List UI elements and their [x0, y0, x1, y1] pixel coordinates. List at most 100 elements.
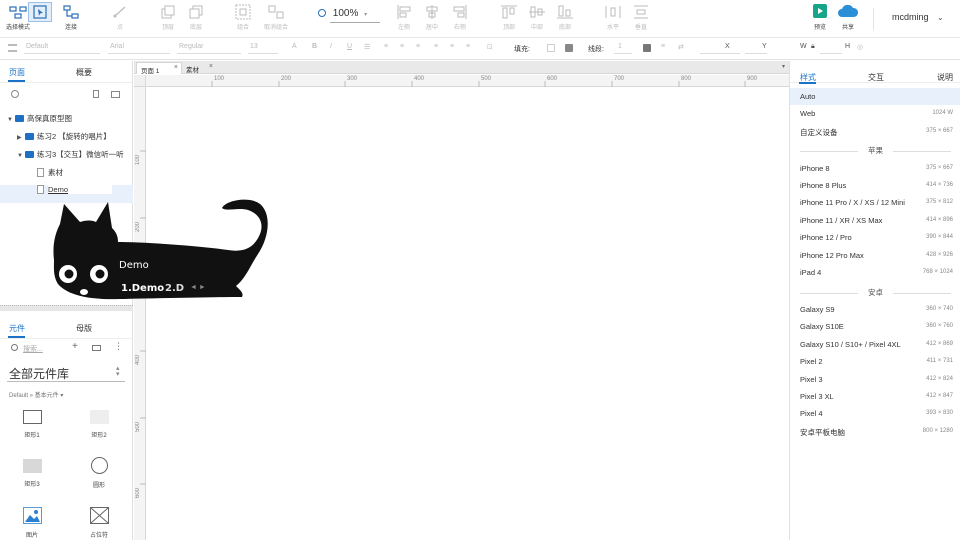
zoom-control[interactable]: 100% ▾ — [318, 8, 380, 23]
device-item[interactable]: iPhone 11 Pro / X / XS / 12 Mini 375 × 81… — [790, 194, 960, 211]
close-icon[interactable]: × — [174, 64, 178, 71]
add-library-icon[interactable]: + — [72, 341, 78, 352]
font-size-select[interactable]: 13 — [250, 43, 258, 50]
text-align-top-icon[interactable]: ≡ — [434, 43, 438, 50]
widget-rectangle1[interactable]: 矩形1 — [12, 410, 52, 439]
device-size: 390 × 844 — [926, 234, 953, 240]
font-select[interactable]: Arial — [110, 43, 124, 50]
fill-color-swatch[interactable] — [547, 44, 555, 52]
device-item[interactable]: Pixel 4 393 × 830 — [790, 405, 960, 422]
align-right-button[interactable]: 右侧 — [444, 2, 476, 36]
bold-icon[interactable]: B — [312, 43, 317, 50]
fill-shadow-swatch[interactable] — [565, 44, 573, 52]
device-auto[interactable]: Auto — [790, 88, 960, 105]
device-item[interactable]: Galaxy S9 360 × 740 — [790, 301, 960, 318]
line-width-input[interactable]: 1 — [618, 43, 622, 50]
device-item[interactable]: Pixel 2 411 × 731 — [790, 353, 960, 370]
zoom-search-icon — [318, 9, 326, 17]
library-chevron-icon[interactable]: ▴ ▾ — [116, 365, 120, 378]
device-item[interactable]: iPhone 12 / Pro 390 × 844 — [790, 229, 960, 246]
device-item[interactable]: Galaxy S10E 360 × 760 — [790, 318, 960, 335]
tree-item-exercise2[interactable]: ▶ 练习2 【旋转的唱片】 — [0, 131, 133, 149]
italic-icon[interactable]: I — [330, 43, 332, 50]
share-button[interactable]: 共享 — [832, 2, 864, 36]
point-button[interactable]: 点 — [104, 2, 136, 36]
font-color-icon[interactable]: A — [292, 43, 297, 50]
combine-button[interactable]: 组合 — [227, 2, 259, 36]
doc-tab-materials[interactable]: 素材 × — [182, 62, 216, 74]
more-options-icon[interactable]: ⋮ — [114, 341, 123, 352]
padding-icon[interactable]: ⊡ — [487, 43, 493, 51]
connect-button[interactable]: 连接 — [55, 2, 87, 36]
device-item[interactable]: iPhone 11 / XR / XS Max 414 × 896 — [790, 212, 960, 229]
device-item[interactable]: iPhone 8 Plus 414 × 736 — [790, 177, 960, 194]
device-item[interactable]: 安卓平板电脑 800 × 1280 — [790, 423, 960, 440]
add-page-icon[interactable] — [93, 90, 99, 98]
design-canvas[interactable] — [147, 88, 789, 540]
widget-rectangle2[interactable]: 矩形2 — [79, 410, 119, 439]
underline-icon[interactable]: U — [347, 43, 352, 50]
collapse-caret-icon[interactable]: ▼ — [7, 117, 15, 123]
library-select[interactable]: 全部元件库 — [9, 365, 69, 382]
align-bottom-button[interactable]: 底部 — [549, 2, 581, 36]
fill-label: 填充: — [514, 46, 530, 53]
connect-icon — [63, 5, 79, 19]
user-menu[interactable]: mcdming ⌄ — [892, 12, 944, 22]
tab-interactions[interactable]: 交互 — [868, 72, 884, 83]
vertical-ruler[interactable]: 100 200 300 400 500 600 — [134, 87, 146, 540]
library-underline — [7, 381, 125, 382]
horizontal-ruler[interactable]: 100 200 300 400 500 600 700 800 900 — [146, 75, 789, 87]
widget-search-input[interactable]: 搜索... — [23, 344, 43, 354]
device-item[interactable]: iPhone 8 375 × 667 — [790, 160, 960, 177]
widget-placeholder[interactable]: 占位符 — [79, 507, 119, 539]
device-name: Web — [800, 109, 816, 118]
text-align-right-icon[interactable]: ≡ — [416, 43, 420, 50]
widget-image[interactable]: 图片 — [12, 507, 52, 539]
text-align-center-icon[interactable]: ≡ — [400, 43, 404, 50]
device-web[interactable]: Web 1024 W — [790, 105, 960, 122]
overlay-nav-arrows[interactable]: ◄ ► — [190, 284, 206, 291]
point-label: 点 — [116, 25, 123, 31]
text-list-icon[interactable]: ☰ — [364, 43, 370, 51]
tabs-dropdown-icon[interactable]: ▾ — [782, 63, 785, 70]
style-select[interactable]: Default — [26, 43, 48, 50]
pointer-mode-button[interactable] — [28, 2, 52, 22]
device-item[interactable]: Pixel 3 XL 412 × 847 — [790, 388, 960, 405]
tab-widgets[interactable]: 元件 — [9, 323, 25, 334]
tab-masters[interactable]: 母版 — [76, 323, 92, 334]
line-style-icon[interactable]: ≡ — [661, 43, 665, 50]
tree-item-root[interactable]: ▼ 高保真原型图 — [0, 113, 133, 131]
tree-item-exercise3[interactable]: ▼ 练习3【交互】微信听一听 — [0, 149, 133, 167]
device-custom[interactable]: 自定义设备 375 × 667 — [790, 123, 960, 140]
tab-pages[interactable]: 页面 — [9, 67, 25, 78]
library-breadcrumb[interactable]: Default » 基本元件 ▾ — [9, 390, 63, 399]
tree-item-rename-input[interactable]: Demo — [48, 185, 112, 194]
device-item[interactable]: iPad 4 768 × 1024 — [790, 264, 960, 281]
doc-tab-page1[interactable]: 页面 1 × — [136, 62, 182, 75]
weight-select[interactable]: Regular — [179, 43, 204, 50]
close-icon[interactable]: × — [209, 63, 213, 70]
uncombine-button[interactable]: 取消组合 — [260, 2, 292, 36]
distribute-vertical-button[interactable]: 垂直 — [625, 2, 657, 36]
device-item[interactable]: Pixel 3 412 × 824 — [790, 371, 960, 388]
arrow-style-icon[interactable]: ⇄ — [678, 43, 684, 51]
tab-outline[interactable]: 概要 — [76, 67, 92, 78]
text-align-left-icon[interactable]: ≡ — [384, 43, 388, 50]
widget-rectangle3[interactable]: 矩形3 — [12, 459, 52, 488]
text-align-middle-icon[interactable]: ≡ — [450, 43, 454, 50]
expand-caret-icon[interactable]: ▶ — [17, 134, 25, 141]
bottom-layer-button[interactable]: 底层 — [180, 2, 212, 36]
visibility-icon[interactable]: ◎ — [857, 43, 863, 51]
tree-item-materials[interactable]: 素材 — [0, 167, 133, 185]
lock-ratio-icon[interactable]: 🔒︎ — [811, 43, 815, 51]
search-icon[interactable] — [11, 90, 19, 98]
device-item[interactable]: Galaxy S10 / S10+ / Pixel 4XL 412 × 869 — [790, 336, 960, 353]
add-folder-icon[interactable] — [111, 91, 120, 98]
device-item[interactable]: iPhone 12 Pro Max 428 × 926 — [790, 247, 960, 264]
collapse-caret-icon[interactable]: ▼ — [17, 153, 25, 159]
library-folder-icon[interactable] — [92, 345, 101, 351]
text-align-bottom-icon[interactable]: ≡ — [466, 43, 470, 50]
tab-notes[interactable]: 说明 — [937, 72, 953, 83]
widget-circle[interactable]: 圆形 — [79, 457, 119, 489]
line-color-swatch[interactable] — [643, 44, 651, 52]
